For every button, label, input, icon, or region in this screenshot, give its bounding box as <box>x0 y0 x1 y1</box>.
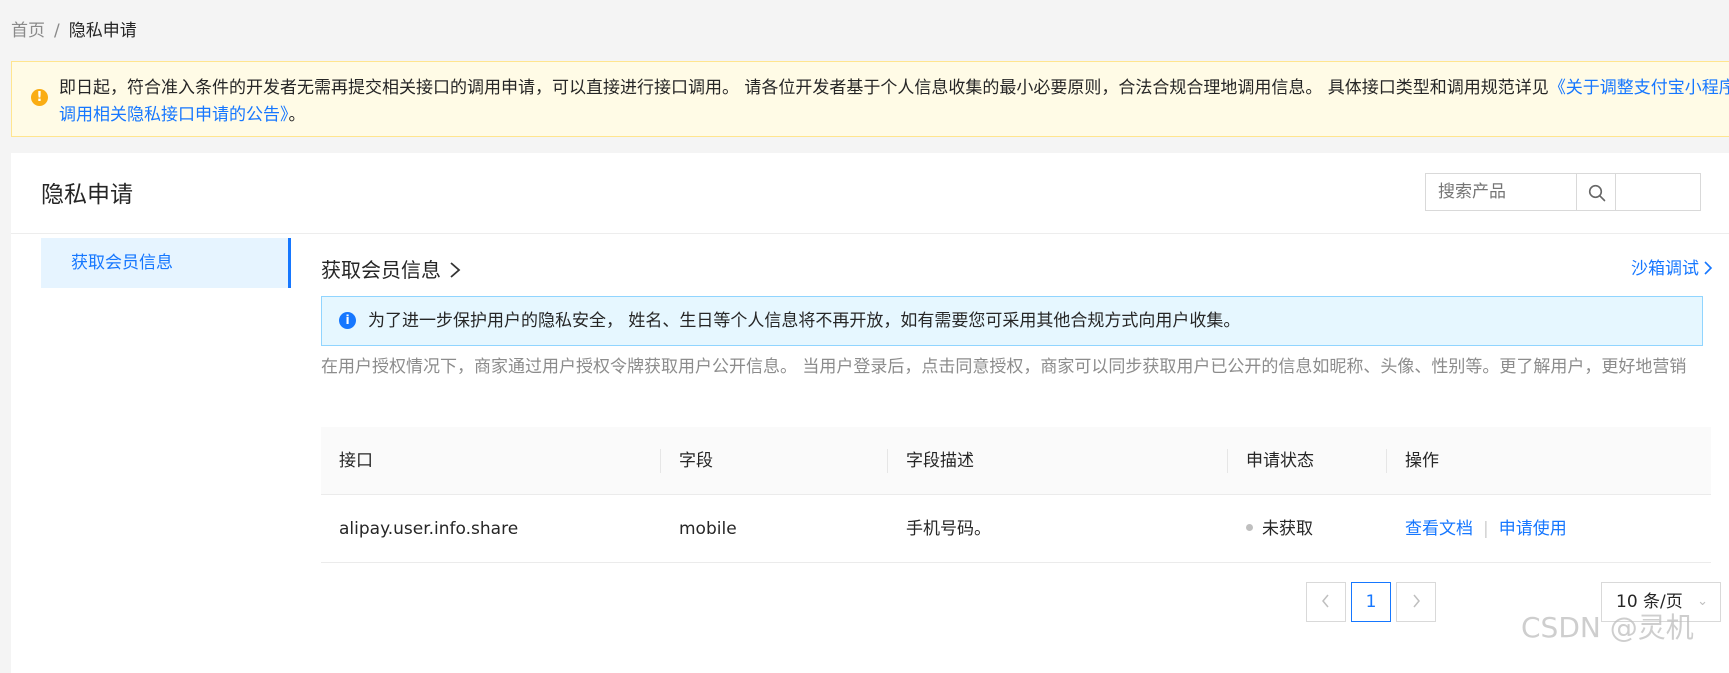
prev-page-button[interactable] <box>1306 582 1346 622</box>
sandbox-debug-label: 沙箱调试 <box>1631 259 1699 279</box>
search-box <box>1425 173 1701 211</box>
page-size-value: 10 条/页 <box>1616 592 1683 612</box>
side-nav-item-member-info[interactable]: 获取会员信息 <box>41 238 291 288</box>
chevron-right-icon <box>1704 261 1713 275</box>
column-divider <box>1386 449 1387 473</box>
section-title-text: 获取会员信息 <box>321 258 441 282</box>
notice-text: 即日起，符合准入条件的开发者无需再提交相关接口的调用申请，可以直接进行接口调用。… <box>59 78 1549 98</box>
chevron-left-icon <box>1322 594 1329 608</box>
search-input[interactable] <box>1426 174 1686 210</box>
breadcrumb: 首页 / 隐私申请 <box>11 19 137 43</box>
header-actions: 操作 <box>1405 451 1439 471</box>
watermark: CSDN @灵机 <box>1521 611 1694 644</box>
chevron-right-icon <box>1413 594 1420 608</box>
column-divider <box>887 449 888 473</box>
table-row: alipay.user.info.share mobile 手机号码。 未获取 … <box>321 495 1711 563</box>
notice-suffix: 。 <box>288 105 306 125</box>
card-divider <box>11 233 1729 234</box>
api-table: 接口 字段 字段描述 申请状态 操作 alipay.user.info.shar… <box>321 427 1711 563</box>
breadcrumb-current: 隐私申请 <box>68 21 137 41</box>
next-page-button[interactable] <box>1396 582 1436 622</box>
status-text: 未获取 <box>1262 519 1313 539</box>
privacy-info-alert: i 为了进一步保护用户的隐私安全， 姓名、生日等个人信息将不再开放，如有需要您可… <box>321 296 1703 346</box>
header-field: 字段 <box>679 451 713 471</box>
table-header: 接口 字段 字段描述 申请状态 操作 <box>321 427 1711 495</box>
info-icon: i <box>339 312 356 329</box>
column-divider <box>660 449 661 473</box>
header-field-desc: 字段描述 <box>906 451 974 471</box>
section-description: 在用户授权情况下，商家通过用户授权令牌获取用户公开信息。 当用户登录后，点击同意… <box>321 357 1687 377</box>
privacy-application-card: 隐私申请 获取会员信息 获取会员信息 沙箱调试 i 为了进一步保护用户的隐私安全… <box>11 153 1729 673</box>
apply-use-link[interactable]: 申请使用 <box>1499 519 1567 539</box>
page-1-button[interactable]: 1 <box>1351 582 1391 622</box>
cell-actions: 查看文档 | 申请使用 <box>1405 495 1567 563</box>
cell-status: 未获取 <box>1246 495 1313 563</box>
warning-icon: ! <box>31 89 48 106</box>
cell-field-desc: 手机号码。 <box>906 519 991 539</box>
search-icon <box>1588 184 1606 202</box>
header-api: 接口 <box>339 451 373 471</box>
chevron-down-icon: ⌄ <box>1697 594 1708 609</box>
breadcrumb-separator: / <box>54 21 60 41</box>
view-docs-link[interactable]: 查看文档 <box>1405 519 1473 539</box>
breadcrumb-home-link[interactable]: 首页 <box>11 21 45 41</box>
page-title: 隐私申请 <box>41 182 133 208</box>
section-title[interactable]: 获取会员信息 <box>321 255 461 285</box>
header-status: 申请状态 <box>1246 451 1314 471</box>
action-separator: | <box>1483 519 1489 539</box>
chevron-right-icon <box>450 262 461 278</box>
sandbox-debug-link[interactable]: 沙箱调试 <box>1631 255 1713 283</box>
cell-field: mobile <box>679 519 737 539</box>
status-dot <box>1246 523 1253 531</box>
info-alert-text: 为了进一步保护用户的隐私安全， 姓名、生日等个人信息将不再开放，如有需要您可采用… <box>368 311 1241 331</box>
search-button[interactable] <box>1576 173 1616 211</box>
column-divider <box>1227 449 1228 473</box>
cell-api: alipay.user.info.share <box>339 519 519 539</box>
notice-banner: ! 即日起，符合准入条件的开发者无需再提交相关接口的调用申请，可以直接进行接口调… <box>11 61 1729 137</box>
